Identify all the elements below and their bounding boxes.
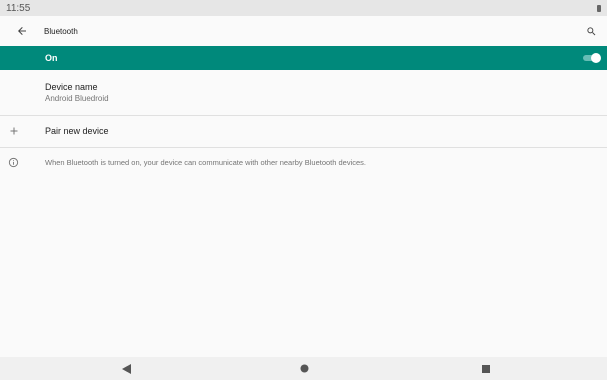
page-title: Bluetooth	[44, 26, 78, 36]
footer-text: When Bluetooth is turned on, your device…	[45, 158, 367, 167]
info-icon	[8, 157, 19, 168]
plus-icon	[10, 127, 18, 135]
device-name-item[interactable]: Device name Android Bluedroid	[0, 70, 607, 115]
nav-recents-button[interactable]	[466, 357, 506, 380]
bluetooth-footer-info: When Bluetooth is turned on, your device…	[0, 148, 607, 178]
battery-icon	[597, 4, 601, 12]
nav-back-button[interactable]	[106, 357, 146, 380]
app-bar: Bluetooth	[0, 16, 607, 46]
pair-new-device-item[interactable]: Pair new device	[0, 116, 607, 147]
device-name-summary: Android Bluedroid	[45, 94, 109, 103]
nav-home-icon	[300, 364, 308, 373]
device-name-title: Device name	[45, 82, 98, 92]
search-button[interactable]	[579, 16, 603, 46]
nav-recents-icon	[482, 364, 490, 373]
nav-home-button[interactable]	[284, 357, 324, 380]
master-switch-label: On	[45, 53, 58, 63]
navigation-bar	[0, 357, 607, 380]
bluetooth-toggle[interactable]	[581, 53, 601, 63]
back-button[interactable]	[0, 16, 44, 46]
arrow-back-icon	[18, 27, 26, 35]
toggle-thumb	[591, 53, 601, 63]
status-bar: 11:55	[0, 0, 607, 16]
pair-new-device-title: Pair new device	[45, 126, 109, 136]
status-time: 11:55	[6, 2, 31, 14]
bluetooth-master-switch-bar[interactable]: On	[0, 46, 607, 70]
nav-back-icon	[121, 363, 131, 374]
search-icon	[586, 26, 595, 35]
